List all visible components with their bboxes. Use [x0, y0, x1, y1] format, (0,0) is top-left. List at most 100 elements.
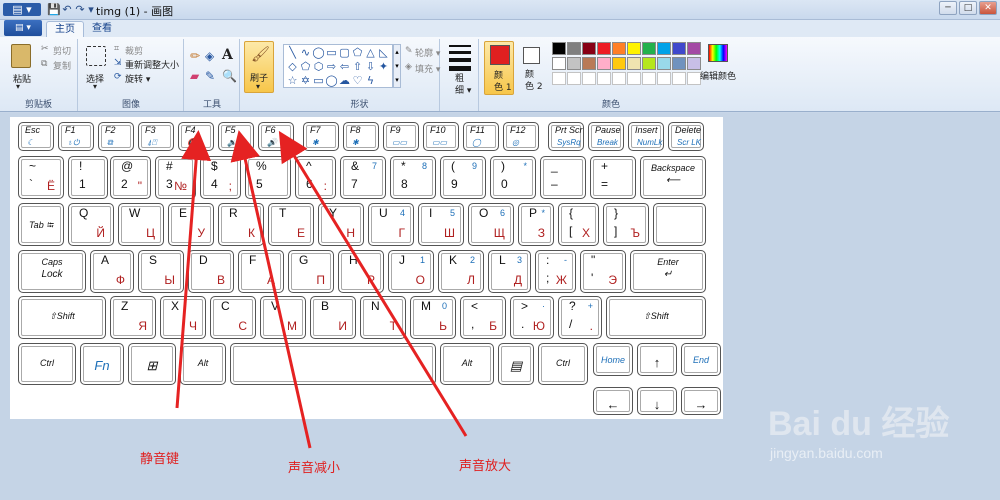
copy-button[interactable]: 复制	[53, 59, 71, 72]
star6-shape-icon[interactable]: ✡	[299, 74, 312, 87]
rotate-button[interactable]: 旋转 ▾	[125, 72, 150, 85]
left-arrow-shape-icon[interactable]: ⇦	[338, 60, 351, 73]
select-icon[interactable]	[86, 46, 106, 66]
tab-home[interactable]: 主页	[46, 21, 84, 37]
custom-color-slot[interactable]	[582, 72, 596, 85]
shapes-gallery[interactable]: ╲ ∿ ◯ ▭ ▢ ⬠ △ ◺ ◇ ⬠ ⬡ ⇨ ⇦ ⇧ ⇩ ✦ ☆ ✡ ▭ ◯ …	[283, 44, 393, 88]
paste-dropdown-icon[interactable]: ▾	[16, 82, 20, 91]
down-arrow-shape-icon[interactable]: ⇩	[364, 60, 377, 73]
color1-label: 颜 色 1	[494, 71, 512, 93]
text-icon[interactable]: A	[222, 47, 233, 63]
resize-button[interactable]: 重新调整大小	[125, 58, 179, 71]
custom-color-slot[interactable]	[567, 72, 581, 85]
fill-icon[interactable]: ◈	[205, 49, 214, 63]
custom-color-slot[interactable]	[687, 72, 701, 85]
hexagon-shape-icon[interactable]: ⬡	[312, 60, 325, 73]
shapes-scroll[interactable]: ▴ ▾ ▾	[393, 44, 401, 88]
curve-shape-icon[interactable]: ∿	[299, 46, 312, 59]
file-menu-button[interactable]: ▤ ▾	[4, 20, 42, 36]
oval-callout-shape-icon[interactable]: ◯	[325, 74, 338, 87]
custom-color-slot[interactable]	[552, 72, 566, 85]
rect-callout-shape-icon[interactable]: ▭	[312, 74, 325, 87]
rectangle-shape-icon[interactable]: ▭	[325, 46, 338, 59]
color2-button[interactable]: 颜 色 2	[518, 41, 548, 95]
custom-color-slot[interactable]	[627, 72, 641, 85]
size-button[interactable]: 粗 细 ▾	[455, 73, 471, 97]
edit-colors-button[interactable]: 编辑颜色	[700, 69, 736, 82]
palette-swatch[interactable]	[567, 57, 581, 70]
rotate-icon: ⟳	[114, 72, 122, 82]
palette-swatch[interactable]	[627, 42, 641, 55]
polygon-shape-icon[interactable]: ⬠	[351, 46, 364, 59]
palette-swatch[interactable]	[567, 42, 581, 55]
palette-swatch[interactable]	[597, 57, 611, 70]
palette-swatch[interactable]	[642, 57, 656, 70]
brushes-button[interactable]: 🖌 刷子 ▾	[244, 41, 274, 93]
maximize-button[interactable]: □	[959, 1, 977, 15]
palette-swatch[interactable]	[672, 42, 686, 55]
pentagon-shape-icon[interactable]: ⬠	[299, 60, 312, 73]
palette-swatch[interactable]	[642, 42, 656, 55]
palette-swatch[interactable]	[687, 42, 701, 55]
custom-color-slot[interactable]	[642, 72, 656, 85]
outline-button[interactable]: 轮廓 ▾	[415, 46, 440, 59]
line-shape-icon[interactable]: ╲	[286, 46, 299, 59]
custom-color-slot[interactable]	[672, 72, 686, 85]
close-button[interactable]: ✕	[979, 1, 997, 15]
cut-button[interactable]: 剪切	[53, 44, 71, 57]
color1-button[interactable]: 颜 色 1	[484, 41, 514, 95]
eraser-icon[interactable]: ▰	[190, 69, 199, 83]
star5-shape-icon[interactable]: ☆	[286, 74, 299, 87]
palette-swatch[interactable]	[582, 42, 596, 55]
lightning-shape-icon[interactable]: ϟ	[364, 74, 377, 87]
edit-colors-icon[interactable]	[708, 44, 728, 62]
app-menu-button[interactable]: ▤ ▾	[3, 3, 41, 16]
custom-color-slot[interactable]	[597, 72, 611, 85]
shapes-group-label: 形状	[350, 100, 369, 110]
palette-swatch[interactable]	[612, 57, 626, 70]
cloud-callout-shape-icon[interactable]: ☁	[338, 74, 351, 87]
resize-icon: ⇲	[114, 58, 122, 68]
paste-icon[interactable]	[11, 44, 31, 68]
crop-button[interactable]: 裁剪	[125, 44, 143, 57]
color-picker-icon[interactable]: ✎	[205, 69, 215, 83]
palette-swatch[interactable]	[612, 42, 626, 55]
vol-down-arrow	[230, 130, 312, 449]
volume-down-label: 声音减小	[288, 461, 341, 476]
star4-shape-icon[interactable]: ✦	[377, 60, 390, 73]
fill-button[interactable]: 填充 ▾	[415, 62, 440, 75]
palette-swatch[interactable]	[582, 57, 596, 70]
tab-view[interactable]: 查看	[84, 21, 120, 37]
palette-swatch[interactable]	[687, 57, 701, 70]
save-icon[interactable]: 💾	[47, 3, 61, 16]
custom-color-slot[interactable]	[657, 72, 671, 85]
title-bar: ▤ ▾ 💾 ↶ ↷ ▾ timg (1) - 画图 ─ □ ✕	[0, 0, 1000, 20]
triangle-shape-icon[interactable]: △	[364, 46, 377, 59]
right-triangle-shape-icon[interactable]: ◺	[377, 46, 390, 59]
up-arrow-shape-icon[interactable]: ⇧	[351, 60, 364, 73]
cut-icon: ✂	[41, 44, 49, 54]
rounded-rect-shape-icon[interactable]: ▢	[338, 46, 351, 59]
palette-swatch[interactable]	[552, 42, 566, 55]
magnifier-icon[interactable]: 🔍	[222, 69, 237, 83]
palette-swatch[interactable]	[672, 57, 686, 70]
watermark: Bai du 经验 jingyan.baidu.com	[768, 396, 949, 461]
palette-swatch[interactable]	[627, 57, 641, 70]
color2-label: 颜 色 2	[525, 70, 543, 92]
heart-shape-icon[interactable]: ♡	[351, 74, 364, 87]
clipboard-group-label: 剪贴板	[24, 100, 52, 110]
palette-swatch[interactable]	[597, 42, 611, 55]
right-arrow-shape-icon[interactable]: ⇨	[325, 60, 338, 73]
palette-swatch[interactable]	[657, 42, 671, 55]
window-title: timg (1) - 画图	[96, 5, 174, 18]
select-dropdown-icon[interactable]: ▾	[93, 82, 97, 91]
undo-icon[interactable]: ↶	[60, 3, 74, 16]
pencil-icon[interactable]: ✏	[190, 49, 200, 63]
color2-swatch	[523, 47, 540, 64]
oval-shape-icon[interactable]: ◯	[312, 46, 325, 59]
custom-color-slot[interactable]	[612, 72, 626, 85]
palette-swatch[interactable]	[552, 57, 566, 70]
palette-swatch[interactable]	[657, 57, 671, 70]
diamond-shape-icon[interactable]: ◇	[286, 60, 299, 73]
minimize-button[interactable]: ─	[939, 1, 957, 15]
